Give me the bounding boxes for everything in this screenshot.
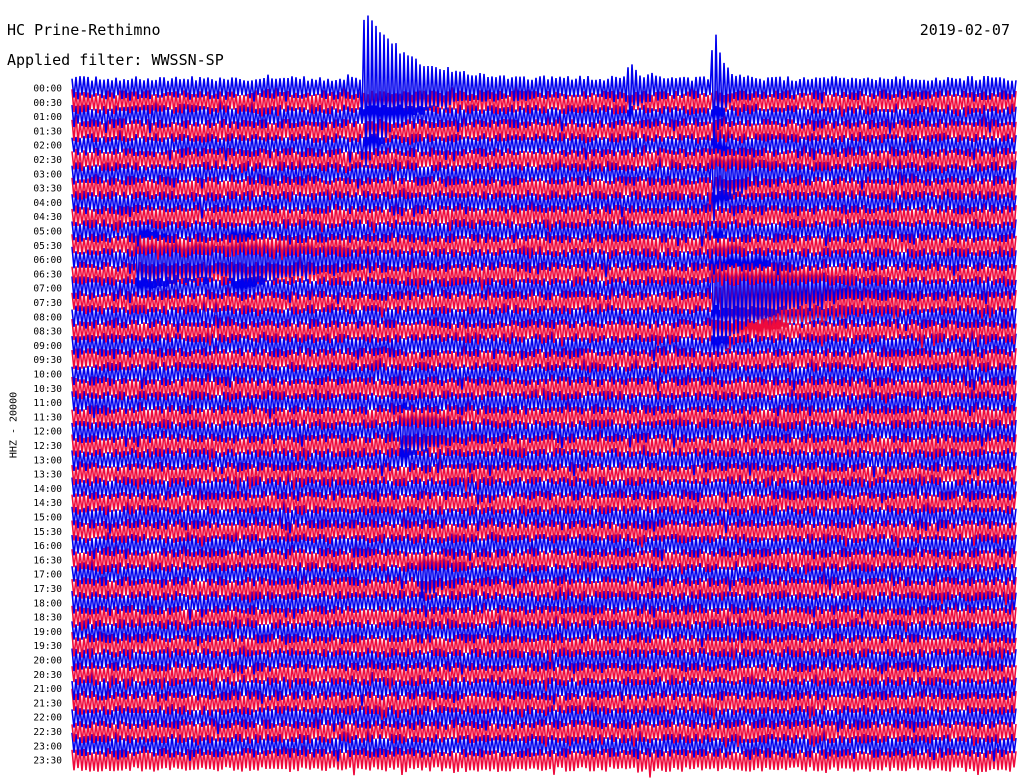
- time-label: 18:30: [33, 613, 62, 624]
- time-label: 15:00: [33, 513, 62, 524]
- time-label: 04:00: [33, 198, 62, 209]
- time-label: 01:30: [33, 126, 62, 137]
- time-label: 22:30: [33, 727, 62, 738]
- time-label: 19:30: [33, 641, 62, 652]
- time-label: 12:00: [33, 427, 62, 438]
- time-label: 20:30: [33, 670, 62, 681]
- time-label: 13:00: [33, 455, 62, 466]
- time-label: 09:30: [33, 355, 62, 366]
- time-label: 21:30: [33, 698, 62, 709]
- time-label: 10:00: [33, 370, 62, 381]
- time-label: 20:00: [33, 656, 62, 667]
- time-label: 17:00: [33, 570, 62, 581]
- time-label: 08:00: [33, 312, 62, 323]
- time-label: 12:30: [33, 441, 62, 452]
- time-label: 03:00: [33, 169, 62, 180]
- time-label: 00:00: [33, 84, 62, 95]
- time-label: 11:00: [33, 398, 62, 409]
- time-label: 08:30: [33, 327, 62, 338]
- time-label: 05:30: [33, 241, 62, 252]
- time-labels: 23:30 23:00 22:30 22:00 21:30 21:00 20:30 20:00…: [33, 84, 62, 767]
- time-label: 14:30: [33, 498, 62, 509]
- time-label: 00:30: [33, 98, 62, 109]
- time-label: 06:00: [33, 255, 62, 266]
- time-label: 05:00: [33, 227, 62, 238]
- time-label: 23:30: [33, 756, 62, 767]
- time-label: 15:30: [33, 527, 62, 538]
- time-label: 07:30: [33, 298, 62, 309]
- time-label: 16:30: [33, 555, 62, 566]
- time-label: 03:30: [33, 184, 62, 195]
- time-label: 02:00: [33, 141, 62, 152]
- time-label: 04:30: [33, 212, 62, 223]
- time-label: 11:30: [33, 412, 62, 423]
- time-label: 06:30: [33, 269, 62, 280]
- time-label: 02:30: [33, 155, 62, 166]
- time-label: 07:00: [33, 284, 62, 295]
- time-label: 16:00: [33, 541, 62, 552]
- time-label: 14:00: [33, 484, 62, 495]
- time-label: 17:30: [33, 584, 62, 595]
- time-label: 01:00: [33, 112, 62, 123]
- seismogram-plot: 23:30 23:00 22:30 22:00 21:30 21:00 20:30 20:00…: [33, 15, 1017, 778]
- time-label: 23:00: [33, 741, 62, 752]
- time-label: 13:30: [33, 470, 62, 481]
- time-label: 22:00: [33, 713, 62, 724]
- time-label: 19:00: [33, 627, 62, 638]
- time-label: 18:00: [33, 598, 62, 609]
- time-label: 09:00: [33, 341, 62, 352]
- seismogram-traces: [71, 15, 1017, 778]
- time-label: 21:00: [33, 684, 62, 695]
- time-label: 10:30: [33, 384, 62, 395]
